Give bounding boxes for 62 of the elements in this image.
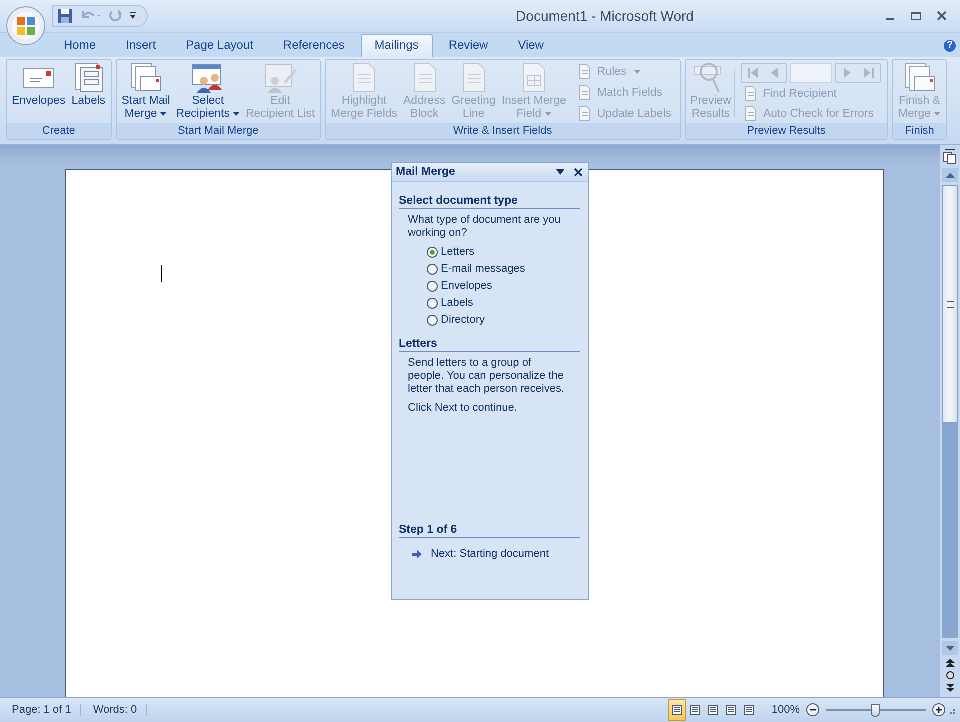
ribbon-button[interactable]: Select Recipients bbox=[173, 61, 243, 123]
word-count[interactable]: Words: 0 bbox=[81, 704, 148, 716]
pane-text: Click Next to continue. bbox=[408, 402, 518, 415]
scroll-down-button[interactable] bbox=[942, 641, 958, 655]
ribbon-tab[interactable]: References bbox=[269, 34, 359, 57]
zoom-in-icon[interactable] bbox=[932, 703, 946, 717]
section-heading: Letters bbox=[399, 338, 580, 352]
radio-option[interactable]: Labels bbox=[427, 297, 580, 309]
radio-option[interactable]: Envelopes bbox=[427, 280, 580, 292]
window-title: Document1 - Microsoft Word bbox=[515, 8, 695, 24]
previous-page-icon[interactable] bbox=[946, 658, 954, 668]
radio-button[interactable] bbox=[427, 264, 438, 274]
pane-title: Mail Merge bbox=[396, 166, 456, 178]
text-cursor bbox=[161, 265, 162, 282]
print-layout-icon[interactable] bbox=[668, 699, 686, 721]
up-arrow-icon bbox=[946, 172, 954, 178]
close-icon[interactable] bbox=[936, 10, 948, 22]
down-arrow-icon bbox=[946, 646, 954, 650]
radio-button[interactable] bbox=[427, 298, 438, 308]
radio-button[interactable] bbox=[427, 280, 438, 292]
pane-menu-caret-icon[interactable] bbox=[556, 169, 565, 175]
help-button[interactable]: ? bbox=[944, 40, 956, 52]
group-label: Start Mail Merge bbox=[116, 123, 320, 139]
browse-object-icon[interactable] bbox=[946, 671, 954, 680]
scroll-thumb[interactable] bbox=[942, 185, 958, 423]
scroll-up-button[interactable] bbox=[942, 168, 958, 182]
ribbon-tab[interactable]: Home bbox=[50, 34, 110, 57]
ribbon-button[interactable]: Labels bbox=[68, 61, 109, 123]
pane-text: What type of document are you working on? bbox=[408, 214, 562, 240]
group-label: Finish bbox=[893, 123, 946, 139]
next-step-link[interactable]: Next: Starting document bbox=[431, 548, 550, 560]
page-count[interactable]: Page: 1 of 1 bbox=[0, 704, 82, 716]
radio-option[interactable]: Directory bbox=[427, 314, 580, 326]
maximize-icon[interactable] bbox=[910, 10, 922, 22]
ribbon-button[interactable]: Start Mail Merge bbox=[118, 61, 174, 123]
radio-option[interactable]: Letters bbox=[427, 246, 580, 258]
zoom-level[interactable]: 100% bbox=[758, 704, 806, 716]
radio-option[interactable]: E-mail messages bbox=[427, 263, 580, 275]
group-label: Preview Results bbox=[686, 123, 888, 139]
section-heading: Select document type bbox=[399, 195, 580, 209]
edit-grid-icon bbox=[264, 62, 298, 94]
close-icon[interactable] bbox=[574, 168, 583, 176]
pane-text: Send letters to a group of people. You can personalize the letter that each person receives. bbox=[408, 357, 566, 396]
zoom-out-icon[interactable] bbox=[806, 703, 820, 717]
ribbon-tab[interactable]: Mailings bbox=[360, 34, 433, 57]
ribbon-tab[interactable]: Page Layout bbox=[172, 34, 268, 57]
radio-button[interactable] bbox=[427, 246, 438, 258]
customize-caret-icon[interactable] bbox=[129, 11, 137, 21]
document-stack-icon bbox=[902, 62, 937, 94]
radio-button[interactable] bbox=[427, 314, 438, 326]
ribbon-tab[interactable]: Insert bbox=[112, 34, 170, 57]
group-label: Create bbox=[7, 123, 111, 139]
group-label: Write & Insert Fields bbox=[326, 123, 680, 139]
next-page-icon[interactable] bbox=[946, 683, 954, 693]
step-heading: Step 1 of 6 bbox=[399, 524, 580, 538]
ruler-toggle-icon[interactable] bbox=[943, 149, 957, 165]
ribbon-tab[interactable]: Review bbox=[434, 34, 502, 57]
ribbon-tab[interactable]: View bbox=[504, 34, 558, 57]
ribbon-button[interactable]: Envelopes bbox=[9, 61, 69, 123]
arrow-right-icon bbox=[412, 550, 422, 558]
document-stack-icon bbox=[129, 62, 163, 94]
save-icon[interactable] bbox=[57, 8, 73, 24]
